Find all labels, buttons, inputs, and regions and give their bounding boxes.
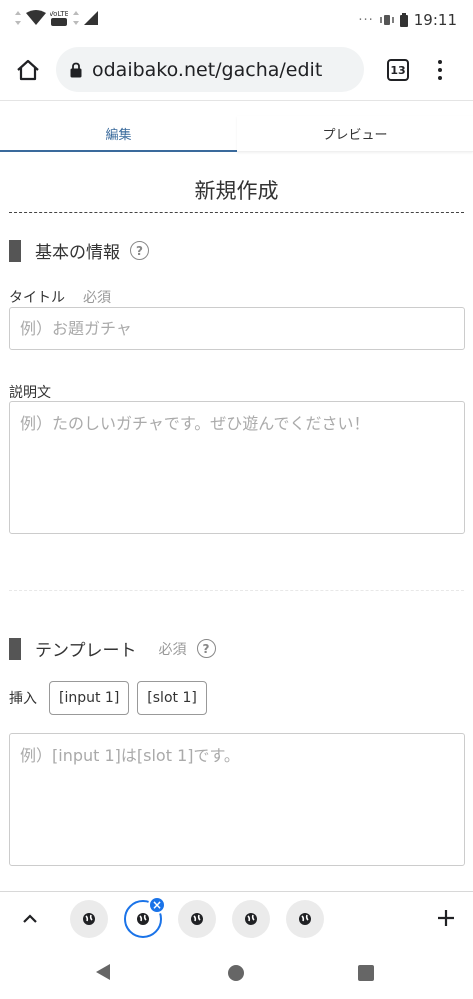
- home-nav-button[interactable]: [228, 965, 244, 981]
- status-bar: VoLTE ··· 19:11: [0, 0, 473, 40]
- home-icon: [17, 59, 39, 81]
- editor-tabs: 編集 プレビュー: [0, 116, 473, 152]
- insert-row: 挿入 [input 1] [slot 1]: [9, 681, 207, 715]
- tab-preview[interactable]: プレビュー: [237, 116, 473, 152]
- home-button[interactable]: [12, 54, 44, 86]
- globe-icon: [299, 913, 311, 925]
- battery-icon: [399, 13, 408, 27]
- status-icons-right: ··· 19:11: [358, 11, 457, 29]
- title-label: タイトル: [9, 290, 65, 306]
- url-text: odaibako.net/gacha/edit: [92, 58, 323, 81]
- section-marker: [9, 637, 21, 660]
- globe-icon: [191, 913, 203, 925]
- help-icon[interactable]: ?: [130, 241, 149, 260]
- tab-favicon-selected[interactable]: ×: [124, 896, 166, 938]
- browser-toolbar: odaibako.net/gacha/edit 13: [0, 40, 473, 100]
- bottom-tab-strip: ×: [0, 891, 473, 947]
- system-nav-bar: [0, 947, 473, 999]
- expand-tabs-button[interactable]: [18, 906, 42, 930]
- back-button[interactable]: [95, 963, 111, 985]
- tab-favicon[interactable]: [178, 900, 216, 938]
- data-arrows-icon: [73, 11, 79, 25]
- signal-icon: [84, 11, 98, 25]
- volte-icon: VoLTE: [50, 10, 68, 26]
- required-badge: 必須: [158, 641, 187, 658]
- recents-button[interactable]: [358, 965, 374, 981]
- section-basic-info: 基本の情報 ?: [9, 238, 149, 263]
- globe-icon: [245, 913, 257, 925]
- browser-menu-button[interactable]: [433, 57, 447, 83]
- tab-edit[interactable]: 編集: [0, 116, 237, 152]
- required-badge: 必須: [83, 290, 111, 306]
- dot: [438, 60, 442, 64]
- insert-slot-chip[interactable]: [slot 1]: [137, 681, 207, 715]
- tab-switcher-button[interactable]: 13: [387, 59, 409, 81]
- section-template: テンプレート 必須 ?: [9, 636, 216, 661]
- section-divider: [9, 590, 464, 591]
- page-title: 新規作成: [194, 179, 279, 203]
- lock-icon: [70, 62, 82, 77]
- close-tab-icon[interactable]: ×: [148, 896, 166, 914]
- description-textarea[interactable]: [9, 401, 465, 534]
- insert-input-chip[interactable]: [input 1]: [49, 681, 130, 715]
- section-marker: [9, 239, 21, 262]
- globe-icon: [83, 913, 95, 925]
- title-divider: [9, 212, 464, 213]
- description-label: 説明文: [9, 385, 51, 401]
- overflow-indicator: ···: [358, 12, 374, 28]
- wifi-icon: [26, 10, 46, 25]
- new-tab-button[interactable]: [432, 904, 460, 932]
- help-icon[interactable]: ?: [196, 639, 216, 658]
- address-bar[interactable]: odaibako.net/gacha/edit: [56, 47, 364, 92]
- tab-favicon[interactable]: [232, 900, 270, 938]
- dot: [438, 76, 442, 80]
- plus-icon: [438, 910, 454, 926]
- tab-favicon[interactable]: [70, 900, 108, 938]
- section-heading: テンプレート: [35, 641, 137, 661]
- dot: [438, 68, 442, 72]
- back-triangle-icon: [96, 964, 110, 980]
- template-textarea[interactable]: [9, 733, 465, 866]
- tab-favicon[interactable]: [286, 900, 324, 938]
- globe-icon: [137, 913, 149, 925]
- vibrate-icon: [380, 15, 394, 25]
- title-label-row: タイトル 必須: [9, 287, 111, 307]
- toolbar-divider: [0, 100, 473, 101]
- svg-text:VoLTE: VoLTE: [50, 10, 68, 18]
- title-input[interactable]: [9, 307, 465, 350]
- chevron-up-icon: [23, 913, 37, 923]
- insert-label: 挿入: [9, 691, 37, 707]
- data-arrows-icon: [15, 11, 21, 25]
- status-icons-left: VoLTE: [14, 9, 98, 27]
- section-heading: 基本の情報: [35, 243, 120, 263]
- clock: 19:11: [413, 11, 457, 29]
